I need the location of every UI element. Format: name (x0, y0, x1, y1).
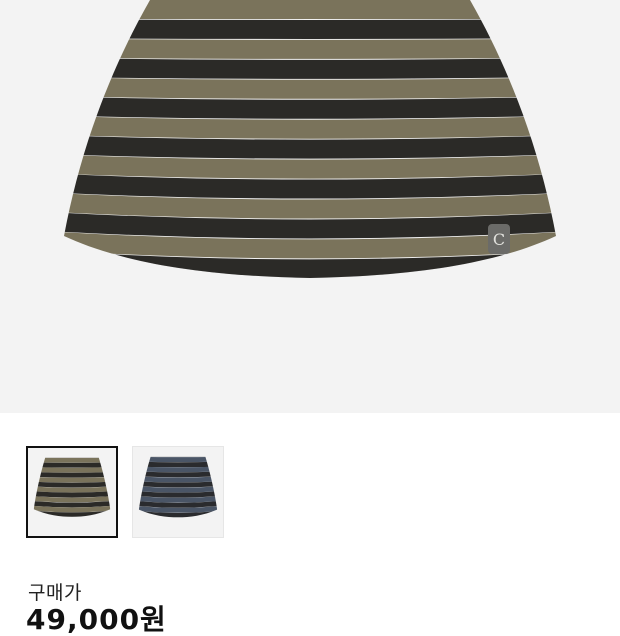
stripe (28, 520, 116, 527)
price-value: 49,000원 (26, 603, 167, 636)
stripe (133, 520, 223, 528)
product-main-image[interactable]: C (0, 0, 620, 413)
thumbnail-list (26, 446, 224, 540)
stripe (33, 467, 111, 473)
stripe (133, 525, 223, 533)
stripe (0, 304, 620, 338)
stripe (138, 456, 218, 457)
thumbnail-navy[interactable] (132, 446, 224, 538)
stripe (33, 471, 111, 478)
thumbnail-navy-image (133, 447, 223, 533)
beanie-main-image: C (0, 0, 620, 338)
stripe (64, 76, 556, 99)
thumbnail-olive-image (28, 448, 116, 533)
stripe (0, 285, 620, 318)
stripe (33, 462, 111, 468)
stripe (133, 447, 223, 452)
stripe (138, 466, 218, 473)
stripe (28, 448, 116, 453)
stripe (64, 0, 556, 20)
svg-text:C: C (493, 230, 505, 249)
stripe (138, 471, 218, 478)
stripe (138, 461, 218, 468)
stripe (28, 525, 116, 533)
stripe (33, 457, 111, 463)
stripe (138, 456, 218, 463)
stripe (64, 19, 556, 39)
price-label: 구매가 (28, 582, 82, 604)
thumbnail-olive[interactable] (26, 446, 118, 538)
stripe (64, 38, 556, 59)
brand-badge: C (488, 224, 510, 254)
stripe (64, 57, 556, 79)
stripe (33, 457, 111, 458)
